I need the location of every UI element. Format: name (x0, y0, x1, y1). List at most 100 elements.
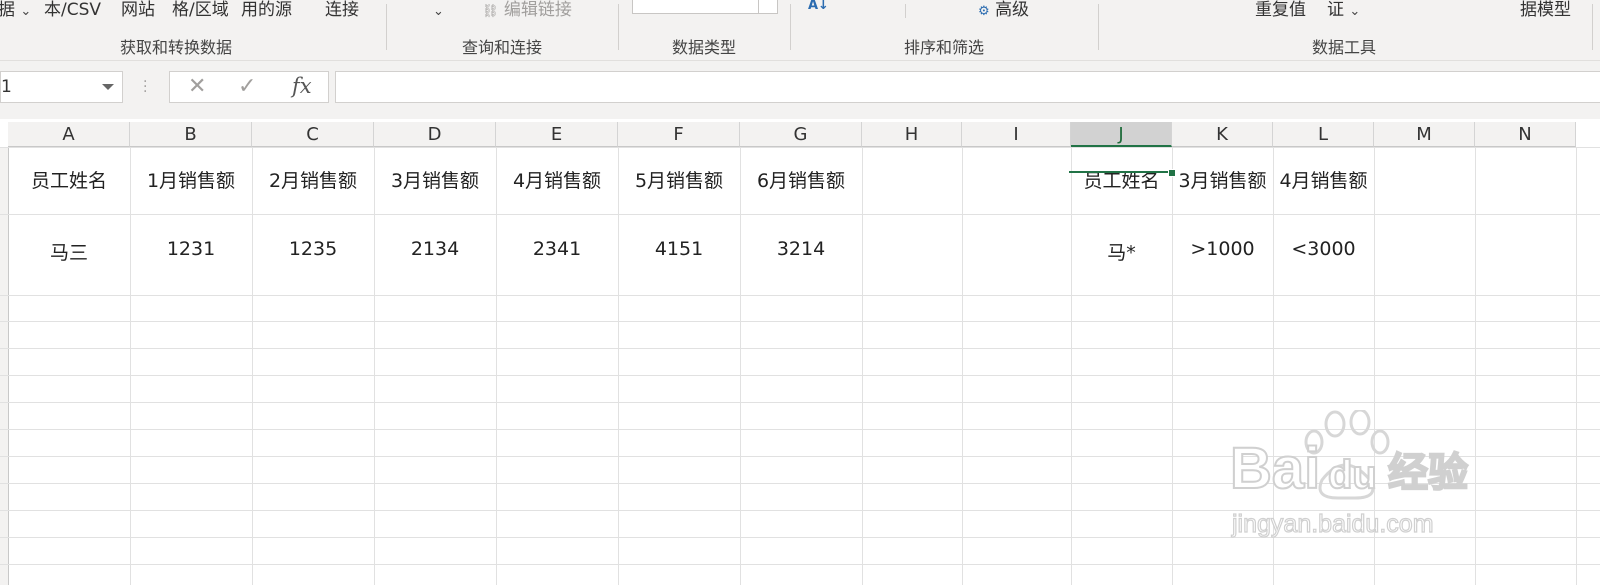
criteria-value-cell[interactable]: >1000 (1172, 238, 1273, 260)
table-header-cell[interactable]: 6月销售额 (740, 166, 862, 193)
advanced-button[interactable]: ⚙ 高级 (978, 0, 1029, 22)
group-label-data-tools: 数据工具 (1311, 38, 1377, 57)
column-header-i[interactable]: I (962, 122, 1071, 147)
table-value-cell[interactable]: 3214 (740, 238, 862, 260)
table-value-cell[interactable]: 4151 (618, 238, 740, 260)
row-gridline (0, 564, 1600, 565)
column-header-g[interactable]: G (740, 122, 862, 147)
column-header-b[interactable]: B (130, 122, 252, 147)
name-box[interactable]: 1 (0, 71, 123, 103)
worksheet-grid[interactable]: A B C D E F G H I J K L M N 员工姓名 1月销售额 2月销售额 3月销售额 4月销售额 5月… (0, 122, 1600, 585)
column-gridline (1475, 147, 1476, 585)
data-type-gallery[interactable] (632, 0, 778, 14)
link-icon: ⛓ (482, 4, 499, 19)
data-model-button[interactable]: 据模型 (1520, 0, 1571, 20)
table-header-cell[interactable]: 4月销售额 (496, 166, 618, 193)
table-value-cell[interactable]: 1231 (130, 238, 252, 260)
column-header-h[interactable]: H (862, 122, 962, 147)
data-validation-button[interactable]: 证 ⌄ (1327, 0, 1360, 22)
advanced-filter-icon: ⚙ (978, 4, 990, 19)
chevron-down-icon[interactable] (102, 84, 114, 90)
recent-sources-label: 用的源 (241, 0, 292, 20)
row-gridline (0, 483, 1600, 484)
column-header-d[interactable]: D (374, 122, 496, 147)
table-header-cell[interactable]: 1月销售额 (130, 166, 252, 193)
group-separator (1592, 4, 1593, 50)
edit-links-button[interactable]: ⛓ 编辑链接 (482, 0, 572, 22)
fill-handle[interactable] (1168, 169, 1176, 177)
column-gridline (962, 147, 963, 585)
column-header-e[interactable]: E (496, 122, 618, 147)
row-gridline (0, 348, 1600, 349)
advanced-label: 高级 (995, 0, 1030, 20)
criteria-header-cell[interactable]: 4月销售额 (1273, 166, 1374, 193)
column-header-k[interactable]: K (1172, 122, 1273, 147)
group-separator (790, 4, 791, 50)
column-header-j[interactable]: J (1071, 122, 1172, 147)
row-header-strip[interactable] (0, 147, 9, 585)
web-label: 网站 (121, 0, 155, 20)
data-validation-label: 证 (1327, 0, 1344, 20)
column-gridline (618, 147, 619, 585)
table-header-cell[interactable]: 5月销售额 (618, 166, 740, 193)
column-gridline (252, 147, 253, 585)
remove-duplicates-button[interactable]: 重复值 (1255, 0, 1306, 20)
column-gridline (1374, 147, 1375, 585)
web-button[interactable]: 网站 (121, 0, 155, 20)
row-gridline (0, 295, 1600, 296)
enter-icon[interactable]: ✓ (238, 74, 256, 99)
table-value-cell[interactable]: 马三 (8, 238, 130, 265)
ribbon: 据 ⌄ 本/CSV 网站 格/区域 用的源 连接 ⌄ ⛓ 编辑链接 A↓ ⚙ 高… (0, 0, 1600, 61)
row-gridline (0, 402, 1600, 403)
formula-buttons: ✕ ✓ fx (169, 71, 329, 103)
row-gridline (0, 537, 1600, 538)
name-box-value: 1 (1, 77, 12, 97)
group-label-sort-filter: 排序和筛选 (903, 38, 985, 57)
cancel-icon[interactable]: ✕ (188, 74, 206, 99)
column-gridline (862, 147, 863, 585)
criteria-value-cell[interactable]: 马* (1071, 238, 1172, 265)
column-gridline (1576, 147, 1577, 585)
text-csv-label: 本/CSV (44, 0, 102, 20)
column-gridline (1172, 147, 1173, 585)
column-header-m[interactable]: M (1374, 122, 1475, 147)
table-value-cell[interactable]: 2134 (374, 238, 496, 260)
formula-input[interactable] (335, 71, 1600, 103)
column-header-c[interactable]: C (252, 122, 374, 147)
column-header-n[interactable]: N (1475, 122, 1576, 147)
excel-window: 据 ⌄ 本/CSV 网站 格/区域 用的源 连接 ⌄ ⛓ 编辑链接 A↓ ⚙ 高… (0, 0, 1600, 585)
active-cell-border (1069, 171, 1170, 173)
column-header-a[interactable]: A (8, 122, 130, 147)
table-header-cell[interactable]: 3月销售额 (374, 166, 496, 193)
column-header-l[interactable]: L (1273, 122, 1374, 147)
column-header-f[interactable]: F (618, 122, 740, 147)
table-header-cell[interactable]: 员工姓名 (8, 166, 130, 193)
column-gridline (1071, 147, 1072, 585)
criteria-value-cell[interactable]: <3000 (1273, 238, 1374, 260)
column-gridline (496, 147, 497, 585)
recent-sources-button[interactable]: 用的源 (241, 0, 292, 20)
chevron-down-icon: ⌄ (1349, 4, 1361, 19)
row-gridline (0, 321, 1600, 322)
connections-label: 连接 (325, 0, 359, 20)
group-label-data-types: 数据类型 (671, 38, 737, 57)
column-gridline (374, 147, 375, 585)
table-value-cell[interactable]: 2341 (496, 238, 618, 260)
get-data-button[interactable]: 据 ⌄ (0, 0, 31, 22)
criteria-header-cell[interactable]: 3月销售额 (1172, 166, 1273, 193)
table-header-cell[interactable]: 2月销售额 (252, 166, 374, 193)
queries-dropdown-button[interactable]: ⌄ (433, 0, 444, 22)
insert-function-icon[interactable]: fx (292, 74, 312, 98)
edit-links-label: 编辑链接 (503, 0, 572, 20)
column-gridline (130, 147, 131, 585)
group-separator (618, 4, 619, 50)
text-csv-button[interactable]: 本/CSV (44, 0, 101, 20)
formula-bar: 1 · · · ✕ ✓ fx (0, 61, 1600, 119)
remove-duplicates-label: 重复值 (1255, 0, 1306, 20)
table-value-cell[interactable]: 1235 (252, 238, 374, 260)
table-range-button[interactable]: 格/区域 (172, 0, 229, 20)
more-vertical-icon[interactable]: · · · (143, 75, 147, 99)
sort-az-icon[interactable]: A↓ (808, 0, 829, 16)
connections-button[interactable]: 连接 (325, 0, 359, 20)
gallery-dropdown[interactable] (758, 0, 777, 13)
